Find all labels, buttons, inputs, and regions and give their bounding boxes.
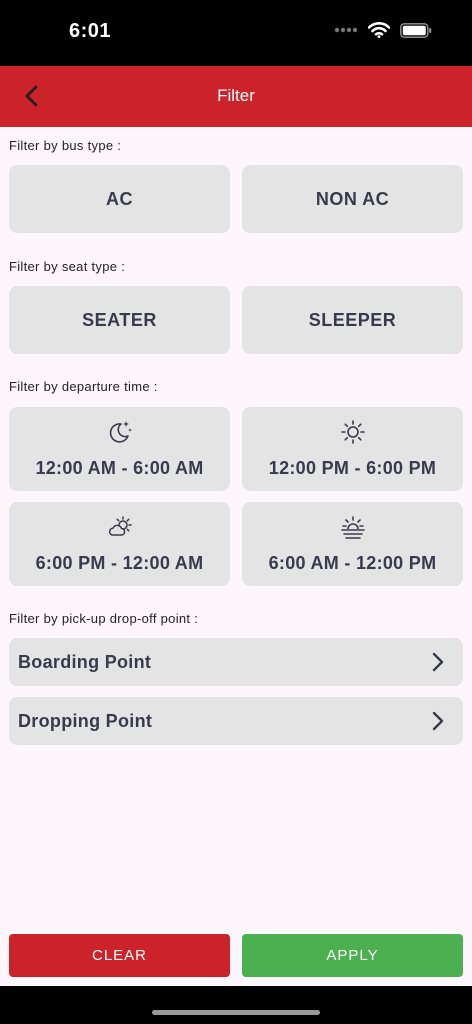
departure-night-button[interactable]: 12:00 AM - 6:00 AM — [9, 407, 230, 491]
chevron-right-icon — [432, 652, 444, 672]
sun-icon — [341, 420, 365, 444]
app-header: Filter — [0, 66, 472, 127]
signal-icon — [334, 27, 358, 33]
seat-type-seater-button[interactable]: SEATER — [9, 286, 230, 354]
dropping-point-button[interactable]: Dropping Point — [9, 697, 463, 745]
wifi-icon — [368, 22, 390, 38]
status-icons — [334, 22, 432, 38]
departure-afternoon-button[interactable]: 12:00 PM - 6:00 PM — [242, 407, 463, 491]
sunrise-icon — [341, 516, 365, 539]
points-label: Filter by pick-up drop-off point : — [9, 611, 199, 626]
clear-button[interactable]: CLEAR — [9, 934, 230, 977]
departure-evening-button[interactable]: 6:00 PM - 12:00 AM — [9, 502, 230, 586]
chevron-right-icon — [432, 711, 444, 731]
cloud-sun-icon — [108, 516, 132, 536]
boarding-point-label: Boarding Point — [18, 652, 152, 672]
moon-stars-icon — [109, 421, 132, 443]
bus-type-ac-button[interactable]: AC — [9, 165, 230, 233]
home-indicator-area — [0, 986, 472, 1024]
departure-night-label: 12:00 AM - 6:00 AM — [35, 458, 204, 478]
seat-type-label: Filter by seat type : — [9, 259, 126, 274]
boarding-point-button[interactable]: Boarding Point — [9, 638, 463, 686]
battery-icon — [400, 22, 432, 38]
bus-type-non-ac-button[interactable]: NON AC — [242, 165, 463, 233]
departure-morning-button[interactable]: 6:00 AM - 12:00 PM — [242, 502, 463, 586]
departure-afternoon-label: 12:00 PM - 6:00 PM — [268, 458, 437, 478]
departure-evening-label: 6:00 PM - 12:00 AM — [35, 553, 204, 573]
status-bar: 6:01 — [0, 0, 472, 66]
page-title: Filter — [217, 86, 255, 105]
dropping-point-label: Dropping Point — [18, 711, 153, 731]
bus-type-label: Filter by bus type : — [9, 138, 122, 153]
status-time: 6:01 — [69, 20, 112, 42]
apply-button[interactable]: APPLY — [242, 934, 463, 977]
departure-morning-label: 6:00 AM - 12:00 PM — [268, 553, 437, 573]
seat-type-sleeper-button[interactable]: SLEEPER — [242, 286, 463, 354]
home-indicator[interactable] — [152, 1010, 320, 1015]
departure-time-label: Filter by departure time : — [9, 379, 158, 394]
